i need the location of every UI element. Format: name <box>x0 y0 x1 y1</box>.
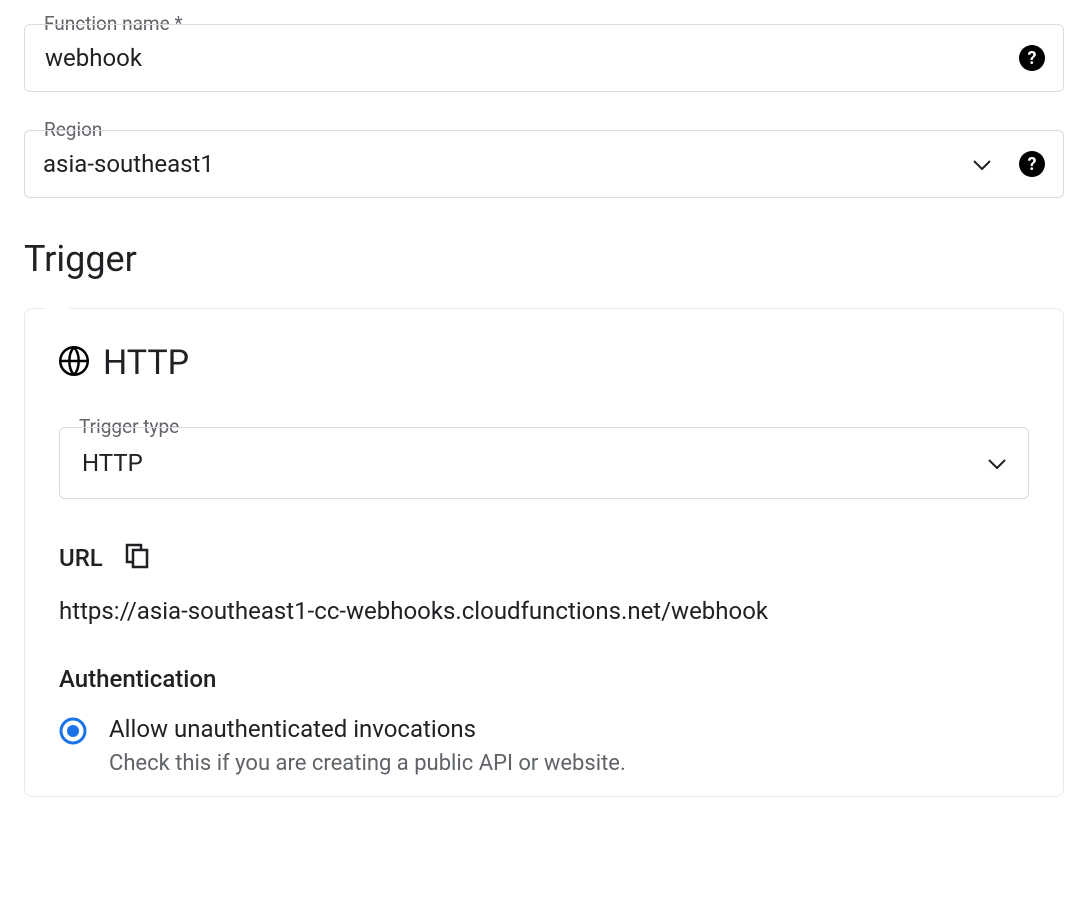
auth-title: Authentication <box>59 665 1029 693</box>
url-label: URL <box>59 544 103 572</box>
region-field: Region asia-southeast1 ? <box>24 130 1064 198</box>
trigger-card: HTTP Trigger type HTTP URL https://asia-… <box>24 308 1064 797</box>
function-name-input[interactable] <box>43 43 1019 73</box>
chevron-down-icon[interactable] <box>973 155 991 174</box>
help-icon[interactable]: ? <box>1019 151 1045 177</box>
trigger-type-field: Trigger type HTTP <box>59 427 1029 499</box>
auth-option-label: Allow unauthenticated invocations <box>109 715 626 743</box>
trigger-protocol-title: HTTP <box>103 343 189 383</box>
region-value: asia-southeast1 <box>43 150 973 178</box>
trigger-type-value: HTTP <box>82 449 988 477</box>
copy-icon[interactable] <box>125 543 149 573</box>
trigger-section-title: Trigger <box>24 238 1064 280</box>
help-icon[interactable]: ? <box>1019 45 1045 71</box>
function-name-field: Function name * ? <box>24 24 1064 92</box>
card-notch <box>45 308 69 310</box>
chevron-down-icon[interactable] <box>988 454 1006 473</box>
trigger-header: HTTP <box>59 343 1029 383</box>
trigger-type-select[interactable]: HTTP <box>59 427 1029 499</box>
globe-icon <box>59 346 89 380</box>
radio-selected-icon[interactable] <box>59 717 87 749</box>
url-header: URL <box>59 543 1029 573</box>
auth-option-sub: Check this if you are creating a public … <box>109 751 626 776</box>
auth-option-unauthenticated[interactable]: Allow unauthenticated invocations Check … <box>59 715 1029 776</box>
region-select[interactable]: asia-southeast1 ? <box>24 130 1064 198</box>
function-name-input-wrap: ? <box>24 24 1064 92</box>
auth-option-text: Allow unauthenticated invocations Check … <box>109 715 626 776</box>
url-value: https://asia-southeast1-cc-webhooks.clou… <box>59 597 1029 625</box>
